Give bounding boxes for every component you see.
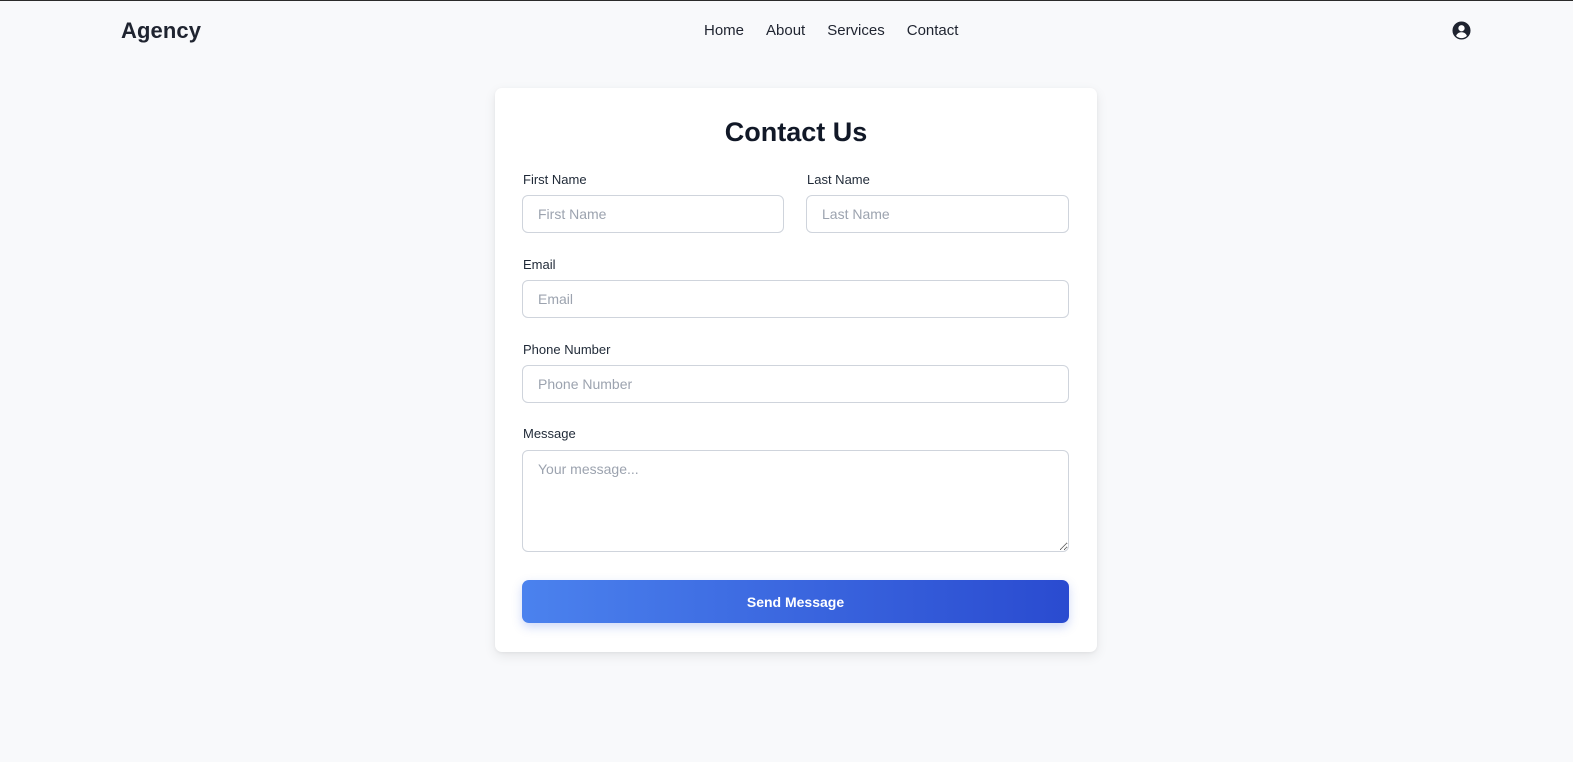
email-input[interactable] <box>522 280 1069 318</box>
nav-link-home[interactable]: Home <box>704 22 744 39</box>
phone-input[interactable] <box>522 365 1069 403</box>
phone-label: Phone Number <box>523 342 611 357</box>
user-circle-icon[interactable] <box>1452 21 1471 40</box>
nav-link-about[interactable]: About <box>766 22 805 39</box>
message-textarea[interactable] <box>522 450 1069 552</box>
form-title: Contact Us <box>724 117 868 147</box>
email-label: Email <box>523 257 556 272</box>
brand-logo[interactable]: Agency <box>121 18 201 44</box>
nav-link-services[interactable]: Services <box>827 22 885 39</box>
first-name-input[interactable] <box>522 195 784 233</box>
last-name-label: Last Name <box>807 172 870 187</box>
last-name-input[interactable] <box>806 195 1069 233</box>
nav-link-contact[interactable]: Contact <box>907 22 959 39</box>
first-name-label: First Name <box>523 172 587 187</box>
send-message-button[interactable]: Send Message <box>522 580 1069 623</box>
contact-form-card: Contact Us First Name Last Name Email Ph… <box>495 88 1097 652</box>
navbar: Agency Home About Services Contact <box>0 1 1573 61</box>
message-label: Message <box>523 426 576 441</box>
nav-links: Home About Services Contact <box>704 22 958 39</box>
